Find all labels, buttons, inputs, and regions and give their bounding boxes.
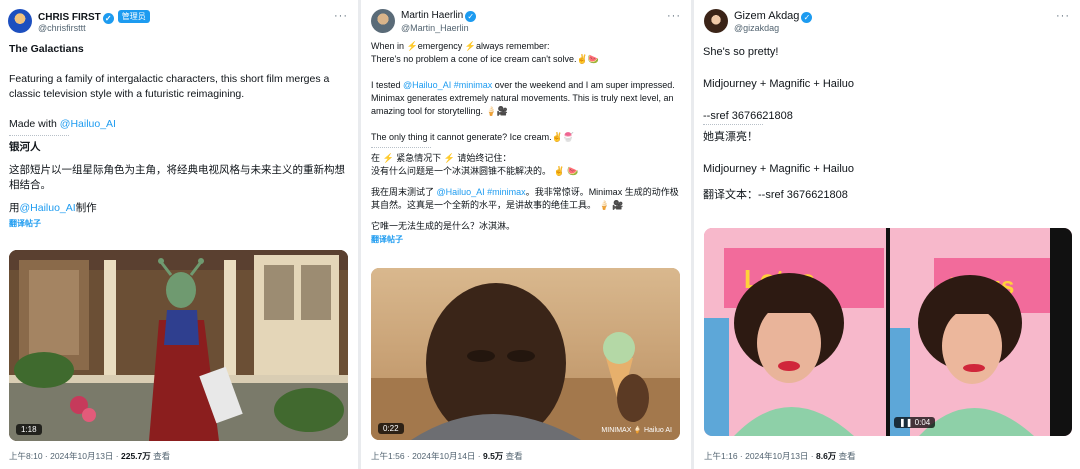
mention-link[interactable]: @Hailuo_AI [20,202,76,214]
user-name[interactable]: Martin Haerlin ✓ [401,10,477,22]
user-handle[interactable]: @gizakdag [734,23,779,33]
video-thumbnail [9,250,348,441]
tweet-body: Featuring a family of intergalactic char… [9,73,330,100]
translation-divider [371,147,431,148]
tweet-header: Gizem Akdag ✓ @gizakdag ··· [704,8,1072,40]
avatar[interactable] [8,9,32,33]
more-options-icon[interactable]: ··· [334,10,348,22]
translate-post-link[interactable]: 翻译帖子 [371,233,683,246]
more-options-icon[interactable]: ··· [667,10,681,22]
view-count: 8.6万 [815,451,837,461]
verified-badge-icon: ✓ [801,12,813,23]
timestamp: 上午8:10 · 2024年10月13日 · [9,451,121,461]
user-handle[interactable]: @Martin_Haerlin [401,23,469,33]
tweet-text: When in ⚡emergency ⚡always remember: The… [371,40,683,246]
avatar[interactable] [371,9,395,33]
video-watermark: MINIMAX 🍦 Hailuo AI [601,427,672,434]
tweet-meta: 上午8:10 · 2024年10月13日 · 225.7万 查看 [9,451,171,461]
translated-body: 这部短片以一组星际角色为主角，将经典电视风格与未来主义的重新构想相结合。 [9,164,345,191]
view-count: 225.7万 [120,451,151,461]
user-name[interactable]: Gizem Akdag ✓ [734,10,813,23]
tweet-card-2[interactable]: Martin Haerlin ✓ @Martin_Haerlin ··· When… [361,0,691,469]
timestamp: 上午1:16 · 2024年10月13日 · [704,451,816,461]
mention-link[interactable]: @Hailuo_AI #minimax [403,80,492,90]
pause-icon[interactable]: ❚❚ [899,418,915,427]
mention-link[interactable]: @Hailuo_AI #minimax [437,187,526,197]
timestamp: 上午1:56 · 2024年10月14日 · [371,451,483,461]
view-count: 9.5万 [482,451,504,461]
user-name[interactable]: CHRIS FIRST ✓ 管理员 [38,10,150,24]
video-duration: 0:22 [378,423,404,434]
video-player[interactable]: 1:18 [9,250,348,441]
video-thumbnail [371,268,680,440]
tweet-title: The Galactians [9,43,84,55]
video-thumbnail: Lotus Lotus [704,228,1072,436]
more-options-icon[interactable]: ··· [1056,10,1070,22]
video-duration: ❚❚ 0:04 [894,417,936,428]
translation-divider [703,124,763,125]
tweet-card-1[interactable]: CHRIS FIRST ✓ 管理员 @chrisfirsttt ··· The Ga… [0,0,358,469]
translation-divider [9,135,69,136]
tweet-text: She's so pretty! Midjourney + Magnific +… [703,46,855,201]
video-player[interactable]: 0:22 MINIMAX 🍦 Hailuo AI [371,268,680,440]
admin-badge: 管理员 [117,10,150,23]
tweet-text: The Galactians Featuring a family of int… [9,42,349,231]
translate-post-link[interactable]: 翻译帖子 [9,216,349,231]
verified-badge-icon: ✓ [465,11,477,22]
mention-link[interactable]: @Hailuo_AI [60,118,116,130]
user-handle[interactable]: @chrisfirsttt [38,23,86,33]
video-player[interactable]: Lotus Lotus ❚❚ 0:04 [704,228,1072,436]
tweet-card-3[interactable]: Gizem Akdag ✓ @gizakdag ··· She's so pret… [694,0,1080,469]
tweet-meta: 上午1:16 · 2024年10月13日 · 8.6万 查看 [704,451,856,461]
avatar[interactable] [704,9,728,33]
tweet-header: CHRIS FIRST ✓ 管理员 @chrisfirsttt ··· [8,8,350,40]
translated-title: 银河人 [9,141,41,153]
tweet-header: Martin Haerlin ✓ @Martin_Haerlin ··· [371,8,683,40]
verified-badge-icon: ✓ [102,13,114,24]
video-duration: 1:18 [16,424,42,435]
tweet-meta: 上午1:56 · 2024年10月14日 · 9.5万 查看 [371,451,523,461]
